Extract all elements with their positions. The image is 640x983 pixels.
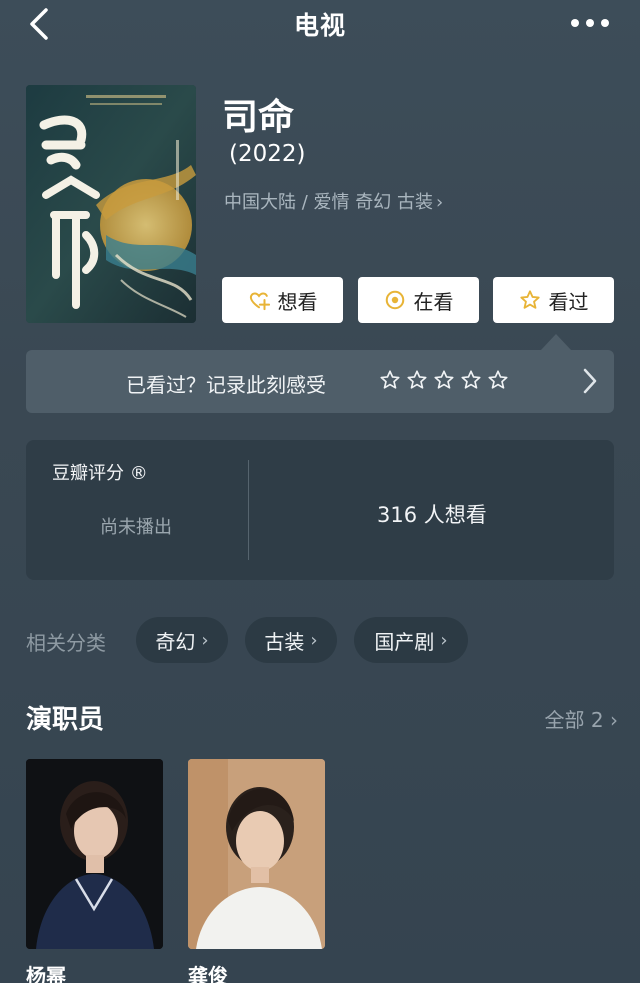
cast-section-title: 演职员 bbox=[26, 705, 105, 735]
category-chip[interactable]: 奇幻 › bbox=[136, 617, 228, 663]
cast-all-label: 全部 2 bbox=[544, 708, 604, 732]
watched-button[interactable]: 看过 bbox=[493, 277, 614, 323]
heart-plus-icon bbox=[249, 292, 270, 311]
show-year: (2022) bbox=[229, 141, 306, 167]
watched-label: 看过 bbox=[548, 289, 589, 314]
star-outline-icon[interactable] bbox=[487, 369, 509, 391]
show-meta[interactable]: 中国大陆 / 爱情 奇幻 古装 › bbox=[224, 188, 443, 214]
show-title: 司命 bbox=[222, 97, 295, 138]
cast-photo[interactable] bbox=[188, 759, 325, 949]
want-to-watch-button[interactable]: 想看 bbox=[222, 277, 343, 323]
show-poster[interactable] bbox=[26, 85, 196, 323]
page-title: 电视 bbox=[293, 11, 346, 40]
cast-name[interactable]: 杨幂 bbox=[26, 960, 66, 983]
related-categories-label: 相关分类 bbox=[26, 631, 106, 655]
chevron-right-icon[interactable] bbox=[582, 367, 598, 395]
target-circle-icon bbox=[385, 290, 404, 310]
cast-photo-art bbox=[188, 759, 325, 949]
star-outline-icon bbox=[519, 290, 540, 309]
rating-label: 豆瓣评分 ® bbox=[52, 463, 148, 484]
chevron-right-icon: › bbox=[435, 192, 444, 213]
rating-stars[interactable] bbox=[379, 369, 509, 391]
poster-art bbox=[26, 85, 196, 323]
cast-all-link[interactable]: 全部 2 › bbox=[545, 704, 618, 733]
want-count: 316 人想看 bbox=[377, 503, 487, 527]
chevron-right-icon: › bbox=[440, 629, 448, 651]
category-chip-label: 奇幻 bbox=[155, 629, 196, 654]
star-outline-icon[interactable] bbox=[406, 369, 428, 391]
watching-label: 在看 bbox=[413, 289, 454, 314]
rating-status: 尚未播出 bbox=[100, 517, 172, 538]
record-prompt: 已看过？记录此刻感受 bbox=[126, 373, 326, 397]
rating-divider bbox=[248, 460, 249, 560]
cast-photo-art bbox=[26, 759, 163, 949]
movie-detail-page: 电视 司命 (2022) 中国大陆 / 爱情 奇幻 古装 › 想看 在看 看过 … bbox=[0, 0, 640, 983]
watching-button[interactable]: 在看 bbox=[358, 277, 479, 323]
record-rating-bar[interactable]: 已看过？记录此刻感受 bbox=[26, 350, 614, 413]
cast-photo[interactable] bbox=[26, 759, 163, 949]
category-chip-label: 古装 bbox=[264, 629, 305, 654]
category-chip-label: 国产剧 bbox=[374, 629, 435, 654]
star-outline-icon[interactable] bbox=[460, 369, 482, 391]
douban-rating-card: 豆瓣评分 ® 尚未播出 316 人想看 bbox=[26, 440, 614, 580]
show-meta-text: 中国大陆 / 爱情 奇幻 古装 bbox=[224, 192, 433, 213]
star-outline-icon[interactable] bbox=[379, 369, 401, 391]
chevron-right-icon: › bbox=[201, 629, 209, 651]
record-bar-pointer bbox=[541, 334, 571, 350]
chevron-right-icon: › bbox=[310, 629, 318, 651]
category-chip[interactable]: 国产剧 › bbox=[354, 617, 468, 663]
want-label: 想看 bbox=[277, 289, 318, 314]
cast-name[interactable]: 龚俊 bbox=[188, 960, 228, 983]
more-dots-icon[interactable] bbox=[570, 16, 610, 30]
star-outline-icon[interactable] bbox=[433, 369, 455, 391]
category-chip[interactable]: 古装 › bbox=[245, 617, 337, 663]
top-nav-bar: 电视 bbox=[0, 0, 640, 48]
chevron-right-icon: › bbox=[610, 708, 618, 732]
